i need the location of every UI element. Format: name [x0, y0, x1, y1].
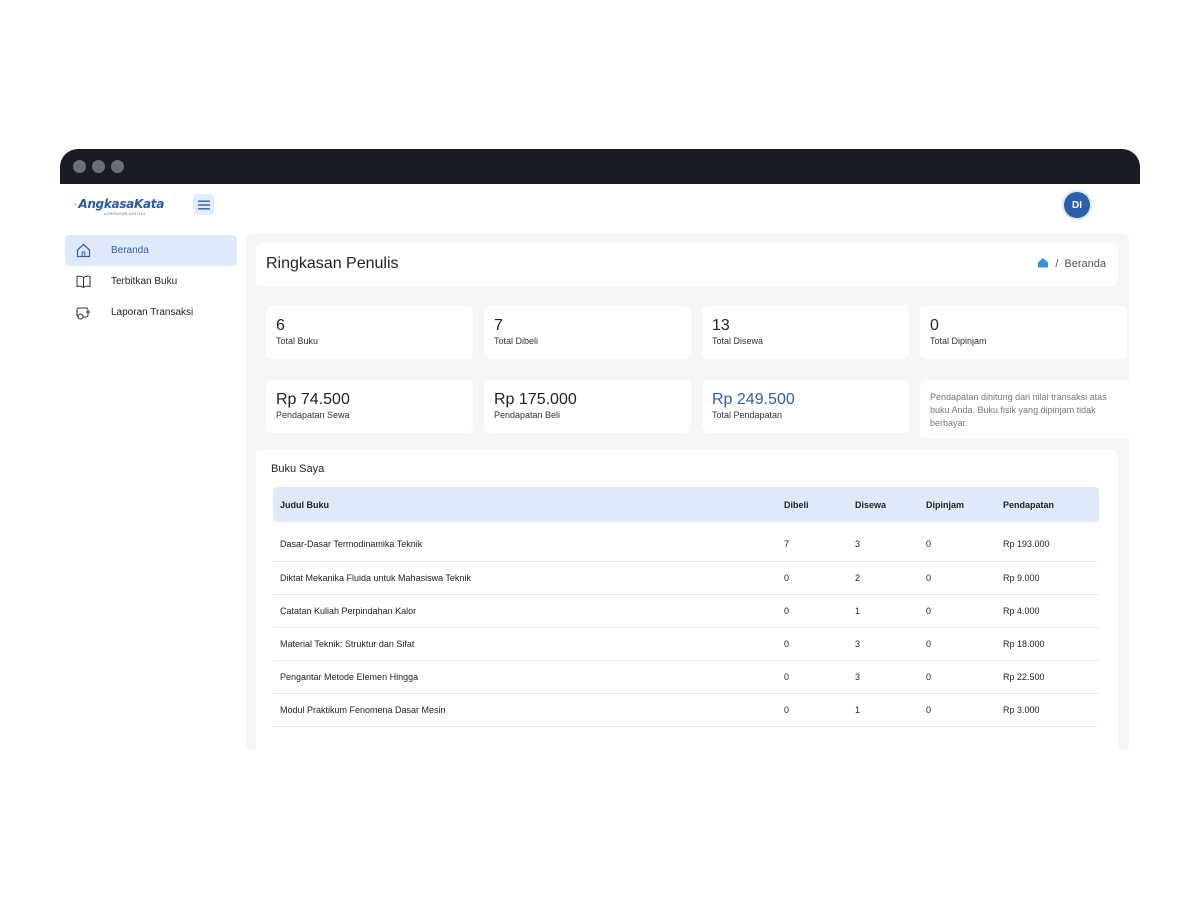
- hamburger-menu-button[interactable]: [193, 194, 214, 215]
- table-cell: Material Teknik: Struktur dan Sifat: [273, 627, 777, 661]
- revenue-note: Pendapatan dihitung dari nilai transaksi…: [920, 380, 1135, 438]
- stat-card-total-disewa: 13 Total Disewa: [702, 306, 909, 359]
- table-row[interactable]: Dasar-Dasar Termodinamika Teknik 7 3 0 Rp 19…: [273, 522, 1099, 562]
- revenue-label: Pendapatan Sewa: [276, 410, 350, 420]
- table-cell: 3: [848, 627, 919, 661]
- top-bar: AngkasaKata LITERATUR DIGITAL DI: [60, 184, 1140, 228]
- breadcrumb-current: Beranda: [1064, 258, 1106, 270]
- table-cell: 1: [848, 693, 919, 727]
- stat-label: Total Buku: [276, 336, 319, 346]
- home-icon: [75, 243, 91, 259]
- breadcrumb-home-icon[interactable]: [1037, 257, 1049, 271]
- sidebar-item-label: Terbitkan Buku: [111, 276, 178, 287]
- logo-subtext: LITERATUR DIGITAL: [104, 212, 147, 216]
- table-row[interactable]: Material Teknik: Struktur dan Sifat 0 3 0 Rp…: [273, 627, 1099, 661]
- table-cell: Diktat Mekanika Fluida untuk Mahasiswa T…: [273, 561, 777, 595]
- stat-value: 6: [276, 317, 285, 334]
- logo-mark-icon: [74, 202, 77, 206]
- page-title: Ringkasan Penulis: [266, 255, 399, 272]
- stat-value: 0: [930, 317, 939, 334]
- stat-value: 13: [712, 317, 730, 334]
- revenue-card-total: Rp 249.500 Total Pendapatan: [702, 380, 909, 433]
- table-cell: 3: [848, 522, 919, 562]
- table-cell: Rp 3.000: [996, 693, 1099, 727]
- table-cell: 0: [777, 660, 848, 694]
- books-table-card: Buku Saya Judul Buku Dibeli Disewa Dipin…: [256, 450, 1118, 750]
- window-titlebar: [60, 149, 1140, 184]
- books-table: Judul Buku Dibeli Disewa Dipinjam Pendap…: [273, 487, 1099, 727]
- stat-card-total-dipinjam: 0 Total Dipinjam: [920, 306, 1127, 359]
- table-cell: 0: [777, 627, 848, 661]
- table-cell: 0: [919, 627, 996, 661]
- breadcrumb-separator: /: [1055, 258, 1059, 270]
- table-cell: 0: [919, 594, 996, 628]
- table-cell: 0: [919, 693, 996, 727]
- browser-window: AngkasaKata LITERATUR DIGITAL DI Beranda: [60, 149, 1140, 750]
- page-header: Ringkasan Penulis / Beranda: [256, 243, 1118, 286]
- hamburger-icon: [197, 200, 210, 209]
- window-maximize-dot[interactable]: [111, 160, 124, 173]
- revenue-value: Rp 175.000: [494, 391, 577, 408]
- app-root: AngkasaKata LITERATUR DIGITAL DI Beranda: [60, 184, 1140, 750]
- table-cell: Catatan Kuliah Perpindahan Kalor: [273, 594, 777, 628]
- books-table-title: Buku Saya: [271, 463, 325, 475]
- sidebar-item-beranda[interactable]: Beranda: [65, 235, 237, 266]
- revenue-label: Pendapatan Beli: [494, 410, 561, 420]
- stat-label: Total Dipinjam: [930, 336, 987, 346]
- revenue-value: Rp 74.500: [276, 391, 350, 408]
- table-cell: Modul Praktikum Fenomena Dasar Mesin: [273, 693, 777, 727]
- table-cell: 1: [848, 594, 919, 628]
- table-cell: 0: [919, 561, 996, 595]
- table-cell: 2: [848, 561, 919, 595]
- table-header-row: Judul Buku Dibeli Disewa Dipinjam Pendap…: [273, 487, 1099, 522]
- sidebar-item-label: Laporan Transaksi: [111, 307, 194, 318]
- table-cell: 0: [777, 693, 848, 727]
- transaction-report-icon: [75, 305, 91, 321]
- revenue-label: Total Pendapatan: [712, 410, 783, 420]
- revenue-value: Rp 249.500: [712, 391, 795, 408]
- table-cell: Rp 22.500: [996, 660, 1099, 694]
- table-cell: Rp 18.000: [996, 627, 1099, 661]
- table-cell: 0: [919, 522, 996, 562]
- column-header: Dipinjam: [926, 499, 965, 510]
- stat-label: Total Disewa: [712, 336, 764, 346]
- table-cell: 0: [777, 594, 848, 628]
- table-cell: Pengantar Metode Elemen Hingga: [273, 660, 777, 694]
- column-header: Judul Buku: [280, 499, 329, 510]
- table-cell: 7: [777, 522, 848, 562]
- app-logo[interactable]: AngkasaKata LITERATUR DIGITAL: [74, 191, 164, 217]
- table-cell: Rp 193.000: [996, 522, 1099, 562]
- revenue-card-beli: Rp 175.000 Pendapatan Beli: [484, 380, 691, 433]
- main-content: Ringkasan Penulis / Beranda 6 Total Buku…: [246, 234, 1135, 750]
- stat-value: 7: [494, 317, 503, 334]
- sidebar-item-laporan-transaksi[interactable]: Laporan Transaksi: [65, 297, 237, 328]
- stat-card-total-dibeli: 7 Total Dibeli: [484, 306, 691, 359]
- table-cell: Rp 4.000: [996, 594, 1099, 628]
- sidebar: Beranda Terbitkan Buku Laporan Transaksi: [65, 235, 237, 328]
- table-cell: 0: [919, 660, 996, 694]
- table-row[interactable]: Catatan Kuliah Perpindahan Kalor 0 1 0 Rp 4.…: [273, 594, 1099, 628]
- sidebar-item-terbitkan-buku[interactable]: Terbitkan Buku: [65, 266, 237, 297]
- column-header: Dibeli: [784, 499, 809, 510]
- table-cell: 0: [777, 561, 848, 595]
- stat-card-total-buku: 6 Total Buku: [266, 306, 473, 359]
- table-cell: Rp 9.000: [996, 561, 1099, 595]
- column-header: Disewa: [855, 499, 887, 510]
- revenue-card-sewa: Rp 74.500 Pendapatan Sewa: [266, 380, 473, 433]
- table-row[interactable]: Pengantar Metode Elemen Hingga 0 3 0 Rp 22.5…: [273, 660, 1099, 694]
- book-open-icon: [75, 274, 91, 290]
- user-avatar[interactable]: DI: [1064, 192, 1090, 218]
- breadcrumb: / Beranda: [1037, 257, 1106, 271]
- table-row[interactable]: Modul Praktikum Fenomena Dasar Mesin 0 1 0 R…: [273, 693, 1099, 727]
- window-close-dot[interactable]: [73, 160, 86, 173]
- column-header: Pendapatan: [1003, 499, 1055, 510]
- sidebar-item-label: Beranda: [111, 245, 149, 256]
- stat-label: Total Dibeli: [494, 336, 539, 346]
- window-minimize-dot[interactable]: [92, 160, 105, 173]
- table-row[interactable]: Diktat Mekanika Fluida untuk Mahasiswa T…: [273, 561, 1099, 595]
- table-cell: 3: [848, 660, 919, 694]
- table-cell: Dasar-Dasar Termodinamika Teknik: [273, 522, 777, 562]
- logo-text: AngkasaKata: [78, 197, 164, 211]
